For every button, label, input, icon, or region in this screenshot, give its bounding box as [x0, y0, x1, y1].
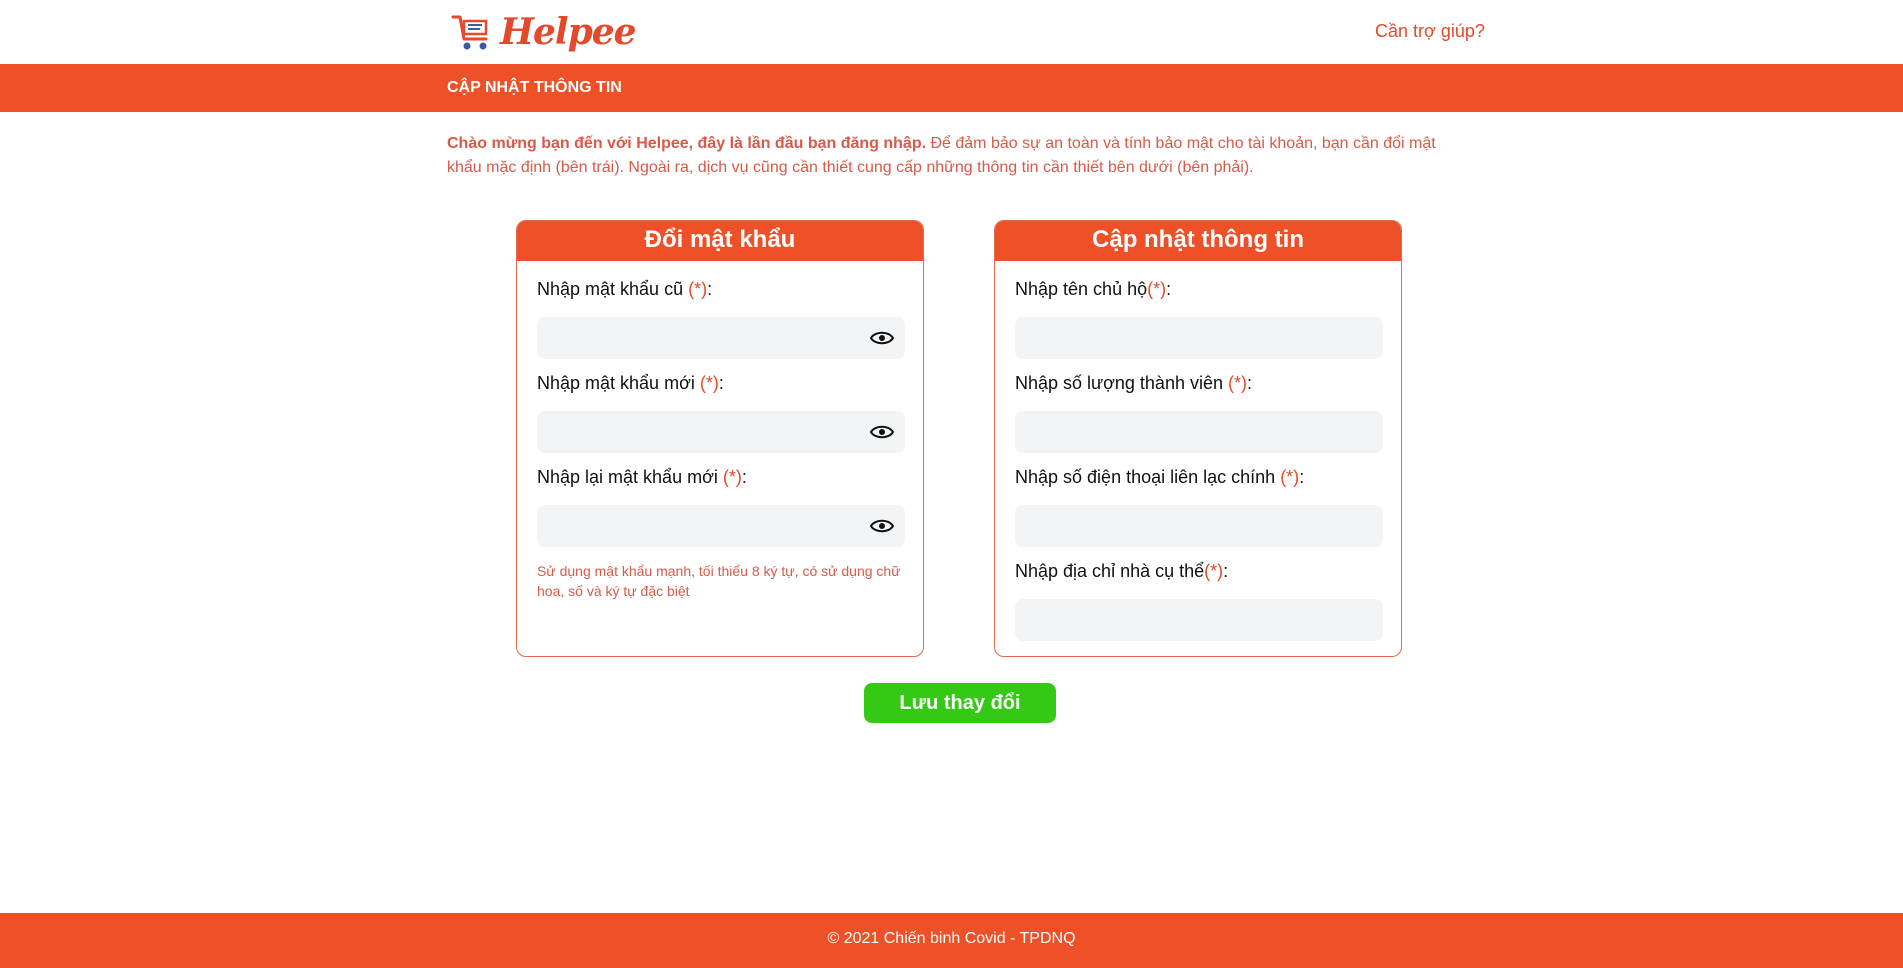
top-navbar: Helpee Cần trợ giúp? [0, 0, 1903, 64]
save-button[interactable]: Lưu thay đổi [864, 683, 1056, 723]
new-password-input[interactable] [537, 411, 905, 453]
owner-name-label: Nhập tên chủ hộ(*): [1015, 279, 1172, 299]
eye-icon[interactable] [869, 421, 895, 443]
address-label: Nhập địa chỉ nhà cụ thể(*): [1015, 561, 1229, 581]
change-password-title: Đổi mật khẩu [517, 221, 923, 261]
shopping-cart-icon [451, 15, 488, 50]
page-title: CẬP NHẬT THÔNG TIN [447, 79, 622, 96]
helpee-logo[interactable]: Helpee [450, 8, 637, 56]
help-link[interactable]: Cần trợ giúp? [1375, 21, 1485, 42]
member-count-field: Nhập số lượng thành viên (*): [1015, 373, 1383, 453]
owner-name-input[interactable] [1015, 317, 1383, 359]
phone-label: Nhập số điện thoại liên lạc chính (*): [1015, 467, 1305, 487]
phone-field: Nhập số điện thoại liên lạc chính (*): [1015, 467, 1383, 547]
update-info-title: Cập nhật thông tin [995, 221, 1401, 261]
new-password-field: Nhập mật khẩu mới (*): [537, 373, 905, 453]
address-input[interactable] [1015, 599, 1383, 641]
change-password-card: Đổi mật khẩu Nhập mật khẩu cũ (*): Nhập … [516, 220, 924, 657]
update-info-card: Cập nhật thông tin Nhập tên chủ hộ(*): N… [994, 220, 1402, 657]
new-password-label: Nhập mật khẩu mới (*): [537, 373, 724, 393]
intro-text: Chào mừng bạn đến với Helpee, đây là lần… [447, 132, 1457, 180]
confirm-password-input[interactable] [537, 505, 905, 547]
intro-bold: Chào mừng bạn đến với Helpee, đây là lần… [447, 135, 927, 152]
eye-icon[interactable] [869, 327, 895, 349]
confirm-password-field: Nhập lại mật khẩu mới (*): [537, 467, 905, 547]
member-count-input[interactable] [1015, 411, 1383, 453]
address-field: Nhập địa chỉ nhà cụ thể(*): [1015, 561, 1383, 641]
owner-name-field: Nhập tên chủ hộ(*): [1015, 279, 1383, 359]
old-password-label: Nhập mật khẩu cũ (*): [537, 279, 713, 299]
member-count-label: Nhập số lượng thành viên (*): [1015, 373, 1253, 393]
page-banner: CẬP NHẬT THÔNG TIN [0, 64, 1903, 112]
password-hint: Sử dụng mật khẩu mạnh, tối thiểu 8 ký tự… [537, 563, 901, 599]
confirm-password-label: Nhập lại mật khẩu mới (*): [537, 467, 747, 487]
eye-icon[interactable] [869, 515, 895, 537]
old-password-input[interactable] [537, 317, 905, 359]
footer-copyright: © 2021 Chiến binh Covid - TPDNQ [827, 930, 1076, 947]
logo-text: Helpee [500, 11, 637, 53]
phone-input[interactable] [1015, 505, 1383, 547]
old-password-field: Nhập mật khẩu cũ (*): [537, 279, 905, 359]
footer: © 2021 Chiến binh Covid - TPDNQ [0, 913, 1903, 968]
